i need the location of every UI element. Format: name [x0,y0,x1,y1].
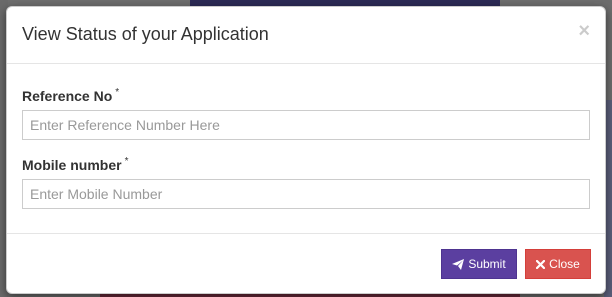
status-dialog: View Status of your Application × Refere… [6,6,606,294]
dialog-footer: Submit Close [7,233,605,293]
reference-label: Reference No * [22,87,120,104]
close-button[interactable]: Close [525,249,591,279]
submit-button[interactable]: Submit [441,249,517,279]
submit-button-label: Submit [468,257,506,271]
reference-label-text: Reference No [22,88,113,104]
dialog-title: View Status of your Application [22,24,269,44]
paper-plane-icon [452,258,465,270]
mobile-label: Mobile number * [22,156,129,173]
times-icon [536,259,546,269]
reference-number-input[interactable] [22,110,590,140]
close-icon[interactable]: × [578,21,590,41]
required-marker: * [124,156,129,167]
mobile-number-input[interactable] [22,179,590,209]
close-button-label: Close [549,257,580,271]
dialog-header: View Status of your Application × [7,7,605,64]
required-marker: * [115,87,120,98]
mobile-label-text: Mobile number [22,157,122,173]
dialog-body: Reference No* Mobile number* [22,63,590,233]
